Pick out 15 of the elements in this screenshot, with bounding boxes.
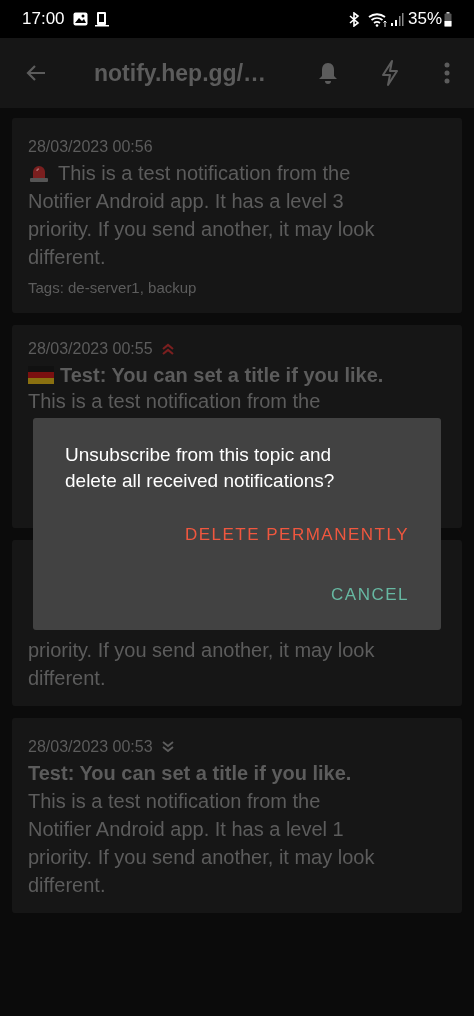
notification-title: Test: You can set a title if you like. (28, 761, 352, 786)
notification-body: This is a test notification from the Notifier Android app. It has a level 1 priority. If you send another, it may look different. (28, 790, 375, 896)
timestamp: 28/03/2023 00:56 (28, 137, 153, 157)
notification-body: priority. If you send another, it may look different. (28, 639, 375, 689)
timestamp: 28/03/2023 00:55 (28, 339, 153, 359)
notification-body: This is a test notification from the (28, 390, 321, 412)
status-time: 17:00 (22, 8, 65, 31)
tags-text: Tags: de-server1, backup (28, 278, 198, 298)
battery-percent: 35% (407, 8, 442, 31)
notification-title: Test: You can set a title if you like. (60, 363, 384, 388)
dialog-message: Unsubscribe from this topic and delete all received notifications? (65, 443, 336, 493)
app-bar-title: notify.hep.gg/… (94, 58, 267, 88)
notification-body: This is a test notification from the (58, 161, 351, 186)
timestamp: 28/03/2023 00:53 (28, 737, 153, 757)
notification-body: Notifier Android app. It has a level 3 priority. If you send another, it may look different. (28, 190, 375, 268)
